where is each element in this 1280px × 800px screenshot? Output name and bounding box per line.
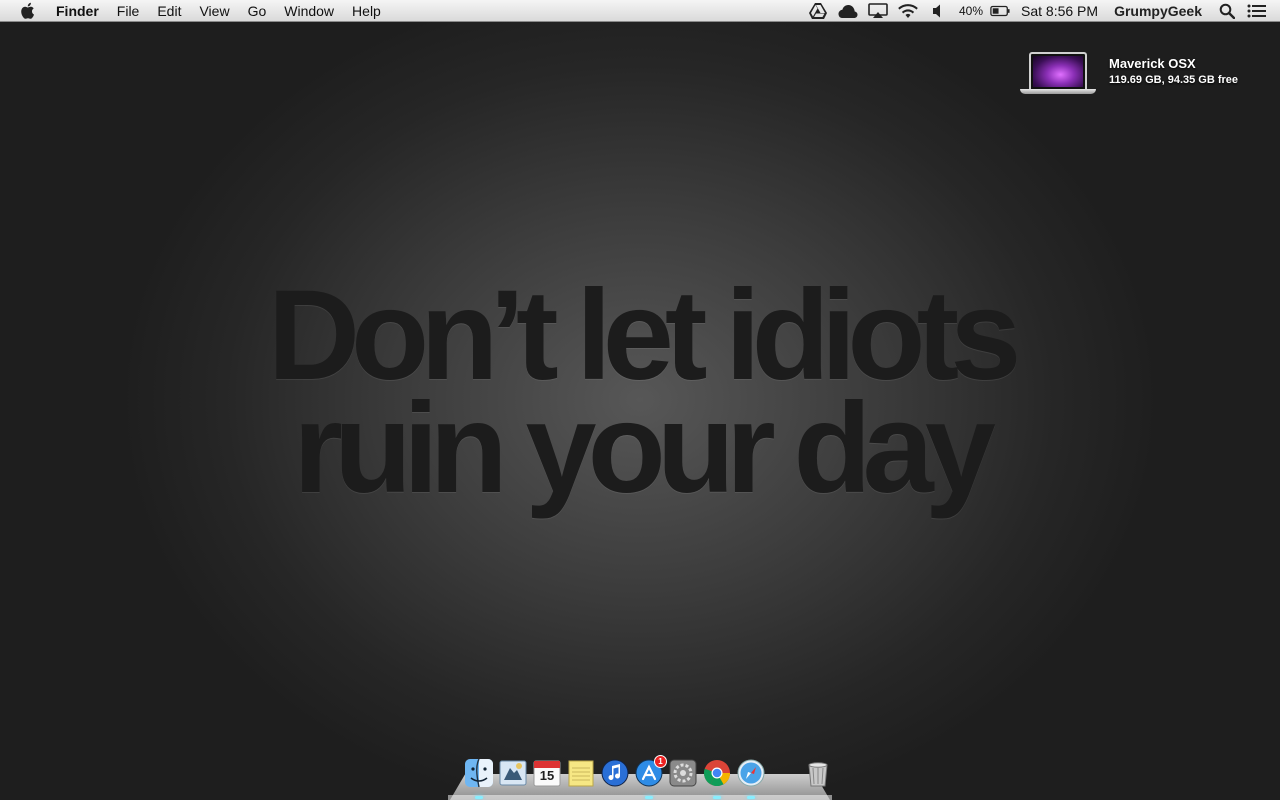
wifi-icon[interactable] (898, 2, 918, 20)
menu-edit[interactable]: Edit (148, 0, 190, 22)
app-store-badge: 1 (654, 755, 667, 768)
chrome-icon (703, 760, 731, 787)
trash-icon (808, 762, 828, 787)
dock-notes[interactable] (565, 757, 597, 789)
dock-finder[interactable] (463, 757, 495, 799)
cloud-app-icon[interactable] (838, 2, 858, 20)
dock-app-store-running-indicator (645, 796, 653, 799)
laptop-drive-icon (1020, 52, 1096, 96)
dock: 15 1 (462, 755, 835, 799)
user-menu[interactable]: GrumpyGeek (1104, 0, 1212, 22)
dock-safari[interactable] (735, 757, 767, 799)
dock-chrome[interactable] (701, 757, 733, 799)
dock-chrome-running-indicator (713, 796, 721, 799)
menu-file[interactable]: File (108, 0, 149, 22)
notes-icon (568, 760, 594, 787)
airplay-icon[interactable] (868, 2, 888, 20)
dock-finder-running-indicator (475, 796, 483, 799)
volume-info: 119.69 GB, 94.35 GB free (1109, 74, 1239, 86)
battery-icon[interactable] (990, 2, 1010, 20)
dock-edge (448, 795, 832, 800)
apple-menu-icon[interactable] (19, 2, 37, 20)
dock-itunes[interactable] (599, 757, 631, 789)
dock-app-store[interactable]: 1 (633, 755, 667, 799)
wallpaper-quote-line-2: ruin your day (293, 377, 996, 520)
menu-bar: Finder File Edit View Go Window Help 40%… (0, 0, 1280, 22)
itunes-icon (601, 759, 629, 787)
finder-icon (465, 758, 493, 788)
dock-trash[interactable] (802, 757, 834, 789)
clock[interactable]: Sat 8:56 PM (1015, 0, 1104, 22)
volume-icon[interactable] (928, 2, 948, 20)
menu-help[interactable]: Help (343, 0, 390, 22)
menu-app-finder[interactable]: Finder (47, 0, 108, 22)
dock-system-preferences[interactable] (667, 757, 699, 789)
safari-icon (737, 759, 765, 787)
system-preferences-icon (669, 759, 697, 787)
calendar-date: 15 (539, 768, 555, 783)
battery-percent[interactable]: 40% (953, 0, 985, 22)
dock-mail[interactable] (497, 757, 529, 789)
desktop-volume-icon[interactable]: Maverick OSX 119.69 GB, 94.35 GB free (1020, 52, 1238, 96)
menu-window[interactable]: Window (275, 0, 343, 22)
dock-safari-running-indicator (747, 796, 755, 799)
mail-icon (499, 760, 527, 786)
notification-center-icon[interactable] (1247, 2, 1267, 20)
dock-calendar[interactable]: 15 (531, 757, 563, 789)
volume-name: Maverick OSX (1109, 56, 1196, 71)
dock-separator (784, 761, 785, 789)
menu-view[interactable]: View (190, 0, 238, 22)
spotlight-search-icon[interactable] (1217, 2, 1237, 20)
menu-go[interactable]: Go (239, 0, 276, 22)
google-drive-icon[interactable] (808, 2, 828, 20)
